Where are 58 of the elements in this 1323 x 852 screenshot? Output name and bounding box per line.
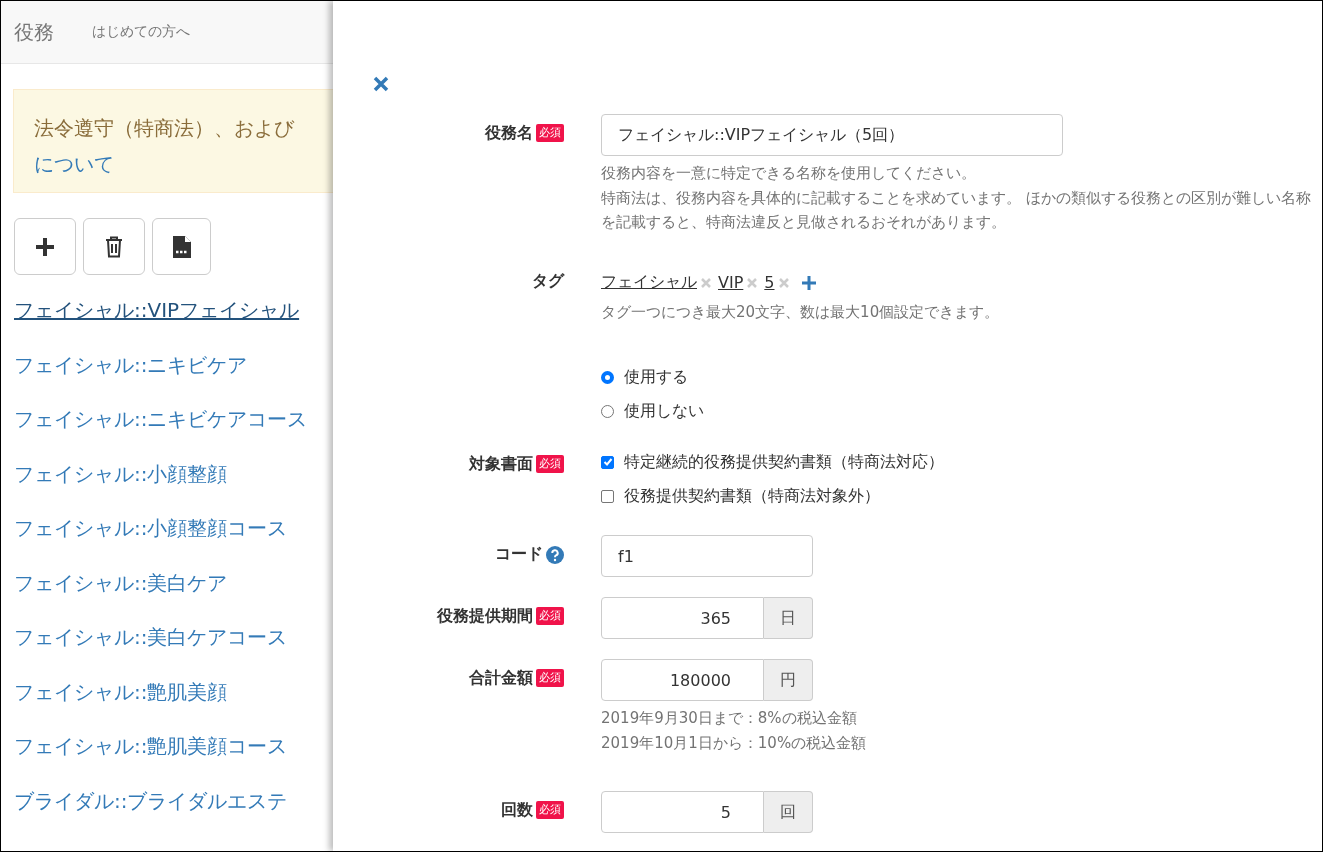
- field-label: タグ: [532, 270, 564, 292]
- service-link[interactable]: ブライダル::ブライダルエステ: [1, 785, 333, 840]
- number-input[interactable]: 365: [601, 597, 764, 639]
- tag-link[interactable]: 5: [764, 273, 775, 292]
- guide-link[interactable]: はじめての方へ: [92, 23, 190, 41]
- notice-link[interactable]: について: [34, 146, 333, 182]
- plus-icon: [35, 236, 55, 257]
- csv-button[interactable]: [152, 218, 211, 275]
- field-label: 回数: [501, 800, 533, 821]
- field-label: コード: [495, 544, 543, 565]
- help-text: 2019年10月1日から：10%の税込金額: [601, 732, 868, 754]
- help-text: 役務内容を一意に特定できる名称を使用してください。: [601, 163, 977, 184]
- unit-addon: 円: [764, 659, 813, 701]
- field-label: 役務名: [485, 123, 533, 144]
- service-link[interactable]: フェイシャル::艶肌美顔コース: [1, 731, 333, 786]
- delete-button[interactable]: [83, 218, 145, 275]
- service-link[interactable]: フェイシャル::ニキビケアコース: [1, 404, 333, 459]
- required-badge: 必須: [536, 124, 564, 142]
- service-link[interactable]: フェイシャル::艶肌美顔: [1, 676, 333, 731]
- tag-link[interactable]: VIP: [718, 273, 744, 292]
- service-link[interactable]: フェイシャル::美白ケア: [1, 567, 333, 622]
- csv-file-icon: [172, 235, 191, 258]
- service-link[interactable]: フェイシャル::美白ケアコース: [1, 622, 333, 677]
- required-badge: 必須: [536, 607, 564, 625]
- add-button[interactable]: [14, 218, 76, 275]
- option-label: 使用する: [624, 366, 688, 388]
- required-badge: 必須: [536, 669, 564, 687]
- service-link[interactable]: フェイシャル::VIPフェイシャル: [1, 295, 333, 350]
- service-link[interactable]: フェイシャル::小顔整顔: [1, 458, 333, 513]
- required-badge: 必須: [536, 801, 564, 819]
- option-label: 使用しない: [624, 400, 704, 422]
- number-input[interactable]: 5: [601, 791, 764, 833]
- help-text: 特商法は、役務内容を具体的に記載することを求めています。 ほかの類似する役務との区別が難しい名称を記載すると、特商法違反と見做されるおそれがあります。: [601, 187, 1311, 233]
- unit-addon: 日: [764, 597, 813, 639]
- field-label: 役務提供期間: [437, 606, 533, 627]
- trash-icon: [105, 235, 123, 258]
- name-input[interactable]: フェイシャル::VIPフェイシャル（5回）: [601, 114, 1063, 156]
- checkbox[interactable]: [601, 455, 614, 469]
- code-input[interactable]: f1: [601, 535, 813, 577]
- plus-icon[interactable]: [801, 275, 816, 290]
- unit-addon: 回: [764, 791, 813, 833]
- radio-button[interactable]: [601, 370, 614, 384]
- service-link[interactable]: フェイシャル::ニキビケア: [1, 349, 333, 404]
- page-title: 役務: [14, 18, 54, 46]
- help-icon[interactable]: [546, 546, 564, 564]
- help-text: 2019年9月30日まで：8%の税込金額: [601, 708, 858, 729]
- service-link[interactable]: フェイシャル::小顔整顔コース: [1, 513, 333, 568]
- close-icon[interactable]: [373, 76, 389, 92]
- field-label: 対象書面: [469, 454, 533, 475]
- field-label: 合計金額: [469, 668, 533, 689]
- help-text: タグ一つにつき最大20文字、数は最大10個設定できます。: [601, 301, 1001, 323]
- required-badge: 必須: [536, 455, 564, 473]
- number-input[interactable]: 180000: [601, 659, 764, 701]
- notice-text: 法令遵守（特商法）、および: [34, 115, 296, 142]
- tag-link[interactable]: フェイシャル: [601, 272, 697, 293]
- checkbox[interactable]: [601, 489, 614, 503]
- option-label: 役務提供契約書類（特商法対象外）: [624, 485, 880, 507]
- option-label: 特定継続的役務提供契約書類（特商法対応）: [624, 451, 944, 473]
